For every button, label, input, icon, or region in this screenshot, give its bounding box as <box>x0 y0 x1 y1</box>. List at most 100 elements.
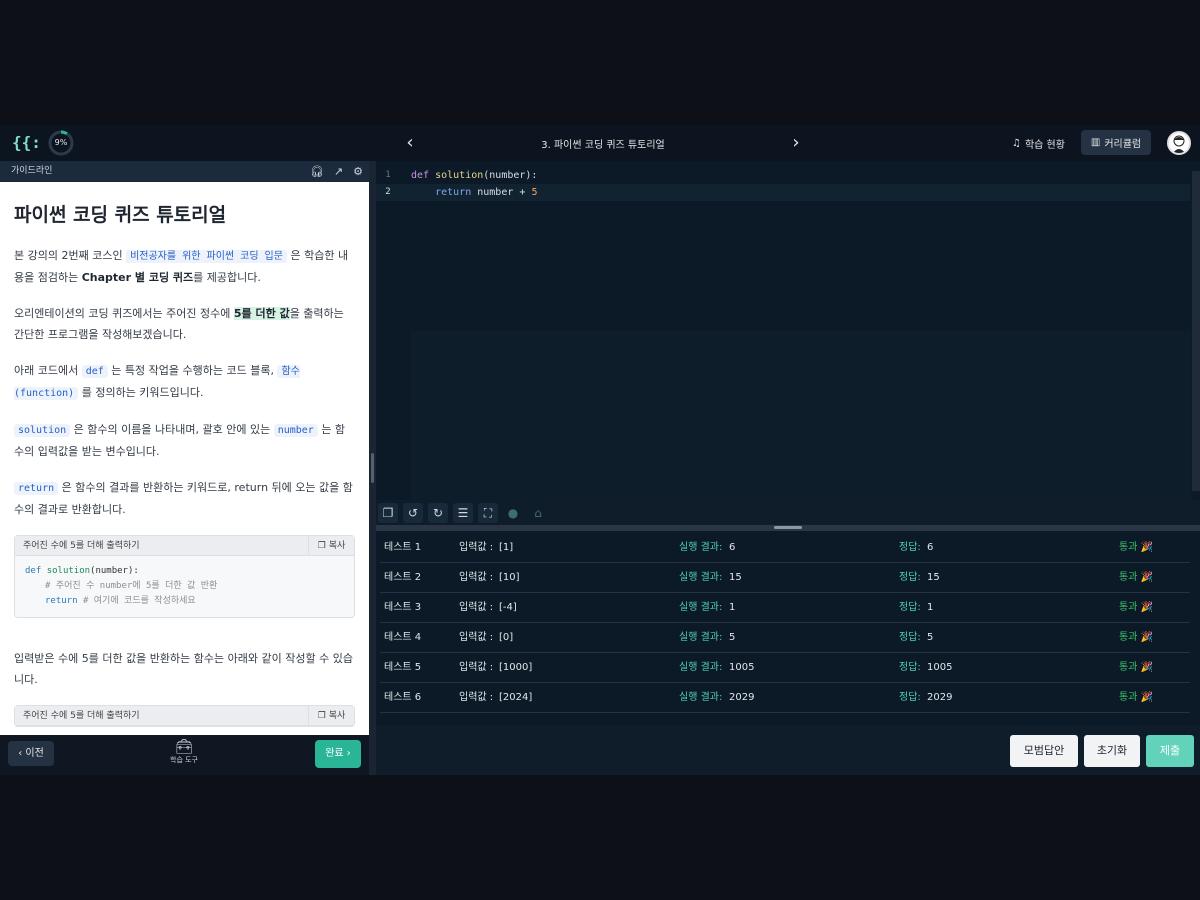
top-bar: {{: 9% ‹ 3. 파이썬 코딩 퀴즈 튜토리얼 › ♫ 학습 현황 ▥ 커… <box>0 125 1200 161</box>
test-result-row: 테스트 4 입력값 : [0] 실행 결과: 5 정답: 5 통과 🎉 <box>380 623 1190 653</box>
code-editor[interactable]: 1 def solution(number): 2 return number … <box>376 161 1200 500</box>
run-result: 1 <box>729 602 736 613</box>
gear-icon[interactable]: ⚙ <box>353 161 363 182</box>
pass-status: 통과 🎉 <box>1119 632 1154 643</box>
headphones-icon[interactable]: 🎧︎ <box>310 161 324 182</box>
code-example-box: 주어진 수에 5를 더해 출력하기 ❐ 복사 def solution(numb… <box>14 535 355 618</box>
test-result-row: 테스트 2 입력값 : [10] 실행 결과: 15 정답: 15 통과 🎉 <box>380 563 1190 593</box>
expected-answer: 2029 <box>927 692 953 703</box>
test-input: [10] <box>499 572 520 583</box>
robot-icon[interactable]: ⌂ <box>528 503 548 523</box>
text: 은 함수의 결과를 반환하는 키워드로, return 뒤에 오는 값을 함수의… <box>14 481 353 516</box>
action-bar: 모범답안 초기화 제출 <box>376 725 1200 775</box>
run-result-label: 실행 결과: <box>679 572 723 583</box>
expected-answer: 6 <box>927 542 934 553</box>
curriculum-button[interactable]: ▥ 커리큘럼 <box>1081 130 1151 155</box>
avatar[interactable] <box>1167 131 1191 155</box>
run-result-label: 실행 결과: <box>679 632 723 643</box>
guide-header: 가이드라인 🎧︎ ↗ ⚙ <box>0 161 369 182</box>
run-result-label: 실행 결과: <box>679 542 723 553</box>
answer-label: 정답: <box>899 632 921 643</box>
pass-status: 통과 🎉 <box>1119 662 1154 673</box>
code-line: # 주어진 수 number에 5를 더한 값 반환 <box>25 579 344 594</box>
splitter-grip[interactable] <box>371 453 374 483</box>
code-example-title: 주어진 수에 5를 더해 출력하기 <box>23 711 140 721</box>
code-comment: # 여기에 코드를 작성하세요 <box>82 596 196 606</box>
settings-sliders-icon[interactable]: ☰ <box>453 503 473 523</box>
run-result: 6 <box>729 542 736 553</box>
ai-chat-icon[interactable]: ● <box>503 503 523 523</box>
learning-tools-button[interactable]: 🧰︎ 학습 도구 <box>164 739 204 765</box>
editor-line-1[interactable]: 1 def solution(number): <box>376 167 1190 184</box>
progress-indicator: 9% <box>47 129 75 157</box>
reset-button[interactable]: 초기화 <box>1084 735 1140 767</box>
guide-header-label: 가이드라인 <box>11 166 53 176</box>
code-example-body: def solution(number): # 주어진 수 number에 5를… <box>15 556 354 617</box>
submit-button[interactable]: 제출 <box>1146 735 1194 767</box>
copy-icon: ❐ <box>317 711 326 721</box>
results-splitter-grip[interactable] <box>774 526 802 529</box>
editor-toolbar: ❐ ↺ ↻ ☰ ⛶ ● ⌂ <box>376 500 1200 525</box>
app-window: {{: 9% ‹ 3. 파이썬 코딩 퀴즈 튜토리얼 › ♫ 학습 현황 ▥ 커… <box>0 125 1200 775</box>
complete-button[interactable]: 완료 › <box>315 740 361 768</box>
copy-button[interactable]: ❐ 복사 <box>308 536 354 556</box>
code-keyword: return <box>435 187 472 198</box>
inline-code: def <box>81 365 108 378</box>
course-link[interactable]: 비전공자를 위한 파이썬 코딩 입문 <box>126 250 287 263</box>
test-result-row: 테스트 1 입력값 : [1] 실행 결과: 6 정답: 6 통과 🎉 <box>380 533 1190 563</box>
test-input: [1000] <box>499 662 533 673</box>
run-result-label: 실행 결과: <box>679 662 723 673</box>
copy-icon: ❐ <box>317 541 326 551</box>
test-result-row: 테스트 3 입력값 : [-4] 실행 결과: 1 정답: 1 통과 🎉 <box>380 593 1190 623</box>
code-line: return # 여기에 코드를 작성하세요 <box>25 594 344 609</box>
expected-answer: 1 <box>927 602 934 613</box>
logo-icon[interactable]: {{: <box>12 131 41 155</box>
undo-icon[interactable]: ↺ <box>403 503 423 523</box>
lesson-title: 3. 파이썬 코딩 퀴즈 튜토리얼 <box>541 140 665 151</box>
book-icon: ▥ <box>1090 137 1101 148</box>
run-result: 2029 <box>729 692 755 703</box>
prev-button[interactable]: ‹ 이전 <box>8 741 54 766</box>
code-text: number + <box>471 187 532 198</box>
editor-background <box>411 331 1191 500</box>
code-example-header: 주어진 수에 5를 더해 출력하기 ❐ 복사 <box>15 536 354 556</box>
pass-status: 통과 🎉 <box>1119 542 1154 553</box>
answer-label: 정답: <box>899 602 921 613</box>
prev-lesson-chevron-icon[interactable]: ‹ <box>402 133 418 153</box>
line-number: 1 <box>385 170 391 180</box>
external-link-icon[interactable]: ↗ <box>334 161 343 182</box>
input-label: 입력값 : <box>459 602 494 613</box>
code-comment: # 주어진 수 number에 5를 더한 값 반환 <box>45 581 218 591</box>
input-label: 입력값 : <box>459 572 494 583</box>
code-number: 5 <box>531 187 538 198</box>
copy-code-icon[interactable]: ❐ <box>378 503 398 523</box>
fullscreen-icon[interactable]: ⛶ <box>478 503 498 523</box>
learning-status-button[interactable]: ♫ 학습 현황 <box>1012 134 1065 152</box>
guide-footer: ‹ 이전 🧰︎ 학습 도구 완료 › <box>0 735 369 775</box>
code-function: solution <box>46 566 91 576</box>
redo-icon[interactable]: ↻ <box>428 503 448 523</box>
guide-paragraph-6: 입력받은 수에 5를 더한 값을 반환하는 함수는 아래와 같이 작성할 수 있… <box>14 652 353 686</box>
editor-line-2[interactable]: 2 return number + 5 <box>376 184 1190 201</box>
answer-label: 정답: <box>899 572 921 583</box>
guide-title: 파이썬 코딩 퀴즈 튜토리얼 <box>14 204 227 226</box>
model-answer-button[interactable]: 모범답안 <box>1010 735 1078 767</box>
prev-label: 이전 <box>25 748 44 759</box>
bold-text: Chapter 별 코딩 퀴즈 <box>81 271 194 284</box>
guide-paragraph-4: solution 은 함수의 이름을 나타내며, 괄호 안에 있는 number… <box>14 419 355 462</box>
chevron-right-icon: › <box>346 748 351 759</box>
progress-text: 9% <box>54 138 68 147</box>
text: 를 정의하는 키워드입니다. <box>81 386 204 399</box>
run-result: 5 <box>729 632 736 643</box>
guide-paragraph-2: 오리엔테이션의 코딩 퀴즈에서는 주어진 정수에 5를 더한 값을 출력하는 간… <box>14 303 355 345</box>
learning-tools-label: 학습 도구 <box>170 756 198 764</box>
guide-content: 파이썬 코딩 퀴즈 튜토리얼 본 강의의 2번째 코스인 비전공자를 위한 파이… <box>0 182 369 735</box>
run-result-label: 실행 결과: <box>679 692 723 703</box>
panel-splitter[interactable] <box>369 161 376 775</box>
run-result: 1005 <box>729 662 755 673</box>
next-lesson-chevron-icon[interactable]: › <box>788 133 804 153</box>
editor-scrollbar[interactable] <box>1192 171 1200 491</box>
answer-label: 정답: <box>899 662 921 673</box>
copy-button[interactable]: ❐ 복사 <box>308 706 354 726</box>
code-keyword: return <box>45 596 78 606</box>
